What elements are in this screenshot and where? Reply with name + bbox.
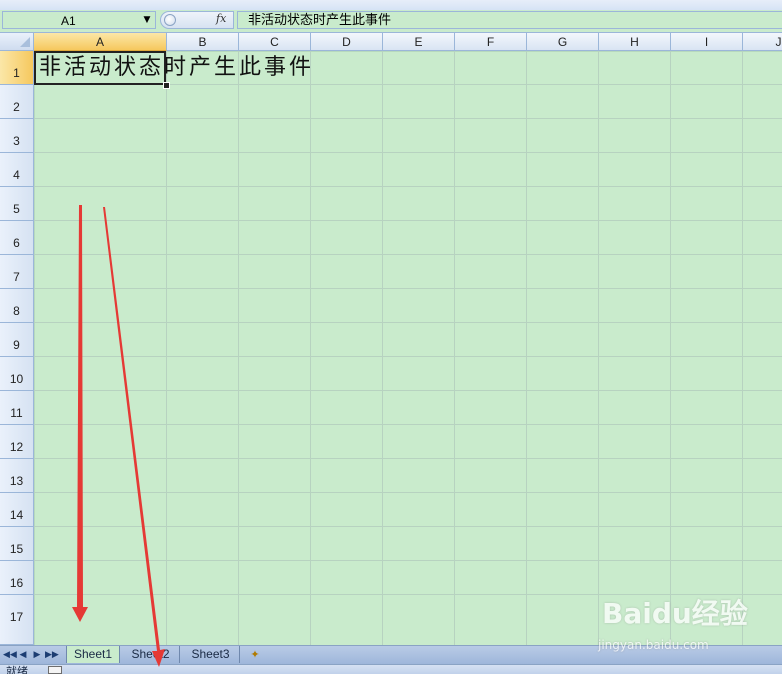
name-box-value: A1 bbox=[61, 14, 76, 28]
row-header-2[interactable]: 2 bbox=[0, 85, 34, 119]
worksheet-grid: A B C D E F G H I J 1 2 3 4 5 6 7 8 9 10… bbox=[0, 33, 782, 645]
tab-sheet2[interactable]: Sheet2 bbox=[122, 646, 180, 663]
row-header-6[interactable]: 6 bbox=[0, 221, 34, 255]
row-header-9[interactable]: 9 bbox=[0, 323, 34, 357]
status-text: 就绪 bbox=[6, 665, 28, 674]
insert-function-icon[interactable]: fx bbox=[216, 12, 226, 25]
status-bar: 就绪 bbox=[0, 664, 782, 674]
gridline bbox=[34, 424, 782, 425]
column-header-f[interactable]: F bbox=[455, 33, 527, 51]
gridline bbox=[526, 51, 527, 645]
row-header-7[interactable]: 7 bbox=[0, 255, 34, 289]
column-header-b[interactable]: B bbox=[167, 33, 239, 51]
gridline bbox=[310, 51, 311, 645]
chevron-down-icon[interactable]: ▼ bbox=[141, 12, 153, 28]
row-number: 9 bbox=[13, 338, 20, 352]
row-number: 3 bbox=[13, 134, 20, 148]
next-sheet-icon[interactable]: ▶ bbox=[31, 648, 43, 662]
row-header-13[interactable]: 13 bbox=[0, 459, 34, 493]
gridline bbox=[34, 356, 782, 357]
watermark-url: jingyan.baidu.com bbox=[598, 638, 709, 652]
column-header-i[interactable]: I bbox=[671, 33, 743, 51]
column-headers: A B C D E F G H I J bbox=[34, 33, 782, 51]
gridline bbox=[670, 51, 671, 645]
row-header-10[interactable]: 10 bbox=[0, 357, 34, 391]
gridline bbox=[382, 51, 383, 645]
knob-icon bbox=[164, 14, 176, 26]
row-number: 16 bbox=[9, 576, 24, 590]
row-number: 11 bbox=[10, 406, 23, 420]
gridline bbox=[34, 526, 782, 527]
cell-area[interactable]: 非活动状态时产生此事件 bbox=[34, 51, 782, 645]
gridline bbox=[34, 492, 782, 493]
row-header-4[interactable]: 4 bbox=[0, 153, 34, 187]
gridline bbox=[34, 288, 782, 289]
gridline bbox=[454, 51, 455, 645]
row-number: 8 bbox=[13, 304, 20, 318]
last-sheet-icon[interactable]: ▶▶ bbox=[45, 648, 59, 662]
row-number: 6 bbox=[13, 236, 20, 250]
baidu-watermark: Baidu经验 jingyan.baidu.com bbox=[598, 592, 748, 656]
row-header-15[interactable]: 15 bbox=[0, 527, 34, 561]
row-number: 1 bbox=[13, 66, 20, 80]
column-header-a[interactable]: A bbox=[34, 33, 167, 51]
gridline bbox=[238, 51, 239, 645]
row-number: 14 bbox=[9, 508, 24, 522]
gridline bbox=[598, 51, 599, 645]
insert-sheet-icon[interactable]: ✦ bbox=[247, 648, 263, 661]
cell-a1-text: 非活动状态时产生此事件 bbox=[39, 55, 315, 80]
macro-record-icon[interactable] bbox=[48, 666, 62, 674]
column-header-j[interactable]: J bbox=[743, 33, 782, 51]
formula-bar: A1 ▼ fx 非活动状态时产生此事件 bbox=[0, 10, 782, 33]
row-number: 7 bbox=[13, 270, 20, 284]
name-box[interactable]: A1 ▼ bbox=[2, 11, 156, 29]
row-number: 2 bbox=[13, 100, 20, 114]
row-number: 13 bbox=[9, 474, 24, 488]
gridline bbox=[742, 51, 743, 645]
row-number: 4 bbox=[13, 168, 20, 182]
row-header-17[interactable]: 17 bbox=[0, 595, 34, 645]
first-sheet-icon[interactable]: ◀◀ bbox=[3, 648, 17, 662]
row-header-11[interactable]: 11 bbox=[0, 391, 34, 425]
row-number: 5 bbox=[13, 202, 20, 216]
row-header-12[interactable]: 12 bbox=[0, 425, 34, 459]
gridline bbox=[166, 51, 167, 645]
gridline bbox=[34, 254, 782, 255]
gridline bbox=[34, 322, 782, 323]
row-number: 12 bbox=[9, 440, 24, 454]
column-header-d[interactable]: D bbox=[311, 33, 383, 51]
gridline bbox=[34, 186, 782, 187]
excel-window: A1 ▼ fx 非活动状态时产生此事件 A B C D E F G H I J … bbox=[0, 0, 782, 674]
row-header-14[interactable]: 14 bbox=[0, 493, 34, 527]
prev-sheet-icon[interactable]: ◀ bbox=[17, 648, 29, 662]
gridline bbox=[34, 560, 782, 561]
gridline bbox=[34, 152, 782, 153]
gridline bbox=[34, 390, 782, 391]
column-header-g[interactable]: G bbox=[527, 33, 599, 51]
fill-handle[interactable] bbox=[163, 82, 170, 89]
select-all-button[interactable] bbox=[0, 33, 34, 51]
row-number: 17 bbox=[9, 610, 24, 624]
tab-sheet1[interactable]: Sheet1 bbox=[66, 646, 120, 663]
tab-sheet3[interactable]: Sheet3 bbox=[182, 646, 240, 663]
gridline bbox=[34, 220, 782, 221]
watermark-brand: Baidu经验 bbox=[602, 597, 748, 630]
gridline bbox=[34, 458, 782, 459]
gridline bbox=[34, 118, 782, 119]
column-header-h[interactable]: H bbox=[599, 33, 671, 51]
column-header-e[interactable]: E bbox=[383, 33, 455, 51]
row-header-3[interactable]: 3 bbox=[0, 119, 34, 153]
row-number: 10 bbox=[9, 372, 24, 386]
row-header-5[interactable]: 5 bbox=[0, 187, 34, 221]
row-header-16[interactable]: 16 bbox=[0, 561, 34, 595]
row-header-8[interactable]: 8 bbox=[0, 289, 34, 323]
column-header-c[interactable]: C bbox=[239, 33, 311, 51]
row-header-1[interactable]: 1 bbox=[0, 51, 34, 85]
row-number: 15 bbox=[9, 542, 24, 556]
formula-input[interactable]: 非活动状态时产生此事件 bbox=[237, 11, 782, 29]
